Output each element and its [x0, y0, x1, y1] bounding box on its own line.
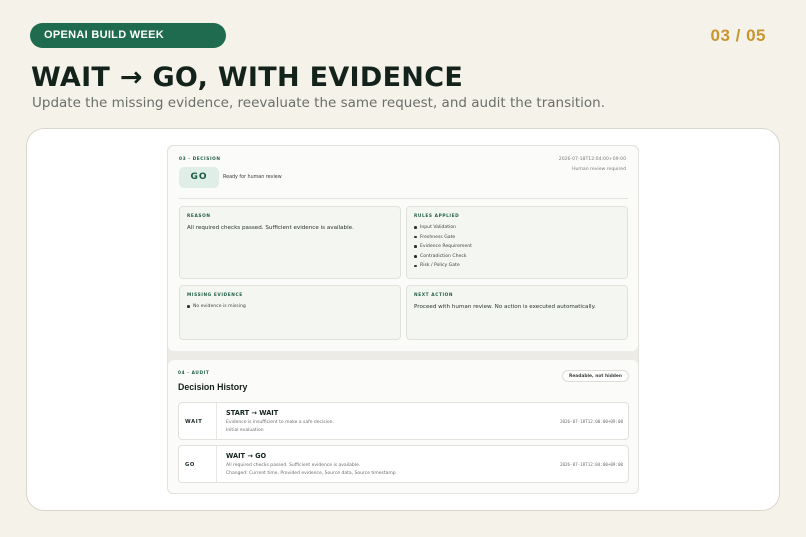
- readable-badge: Readable, not hidden: [561, 370, 629, 382]
- review-note: Human review required: [572, 167, 626, 172]
- missing-label: MISSING EVIDENCE: [187, 293, 243, 298]
- rules-label: RULES APPLIED: [414, 214, 460, 219]
- history-row: GO WAIT → GO All required checks passed.…: [178, 445, 629, 483]
- status-text: Ready for human review: [223, 175, 282, 180]
- next-action-label: NEXT ACTION: [414, 293, 454, 298]
- missing-list: No evidence is missing: [187, 304, 393, 309]
- decision-panel: 03 · DECISION GO Ready for human review …: [168, 146, 638, 351]
- reason-text: All required checks passed. Sufficient e…: [187, 225, 354, 231]
- audit-kicker: 04 · AUDIT: [178, 371, 210, 376]
- history-state: WAIT: [185, 419, 203, 425]
- history-note: Initial evaluation: [226, 428, 264, 433]
- page-subtitle: Update the missing evidence, reevaluate …: [32, 95, 606, 111]
- history-detail: All required checks passed. Sufficient e…: [226, 463, 361, 468]
- history-timestamp: 2026-07-18T12:00:00+09:00: [559, 419, 623, 424]
- reason-card: REASON All required checks passed. Suffi…: [179, 206, 401, 279]
- history-state: GO: [185, 462, 195, 468]
- history-row: WAIT START → WAIT Evidence is insufficie…: [178, 402, 629, 440]
- verdict-badge: GO: [179, 167, 219, 188]
- history-note: Changed: Current time, Provided evidence…: [226, 471, 396, 476]
- decision-kicker: 03 · DECISION: [179, 157, 221, 162]
- next-action-text: Proceed with human review. No action is …: [414, 304, 596, 310]
- rule-item: Risk / Policy Gate: [414, 263, 620, 268]
- rule-item: Freshness Gate: [414, 235, 620, 240]
- decision-timestamp: 2026-07-18T12:04:00+09:00: [558, 157, 626, 162]
- rules-card: RULES APPLIED Input Validation Freshness…: [406, 206, 628, 279]
- missing-item: No evidence is missing: [187, 304, 393, 309]
- history-transition: START → WAIT: [226, 409, 279, 417]
- rule-item: Contradiction Check: [414, 254, 620, 259]
- divider: [179, 198, 628, 199]
- missing-evidence-card: MISSING EVIDENCE No evidence is missing: [179, 285, 401, 340]
- rules-list: Input Validation Freshness Gate Evidence…: [414, 225, 620, 268]
- next-action-card: NEXT ACTION Proceed with human review. N…: [406, 285, 628, 340]
- event-pill: OPENAI BUILD WEEK: [30, 23, 226, 48]
- row-divider: [216, 403, 217, 439]
- page-counter: 03 / 05: [710, 26, 766, 45]
- app-screenshot: 03 · DECISION GO Ready for human review …: [167, 145, 639, 494]
- audit-title: Decision History: [178, 382, 248, 392]
- rule-item: Input Validation: [414, 225, 620, 230]
- audit-panel: 04 · AUDIT Decision History Readable, no…: [168, 360, 638, 493]
- history-timestamp: 2026-07-18T12:04:00+09:00: [559, 462, 623, 467]
- row-divider: [216, 446, 217, 482]
- page-title: WAIT → GO, WITH EVIDENCE: [31, 62, 464, 93]
- reason-label: REASON: [187, 214, 211, 219]
- history-transition: WAIT → GO: [226, 452, 267, 460]
- rule-item: Evidence Requirement: [414, 244, 620, 249]
- history-detail: Evidence is insufficient to make a safe …: [226, 420, 334, 425]
